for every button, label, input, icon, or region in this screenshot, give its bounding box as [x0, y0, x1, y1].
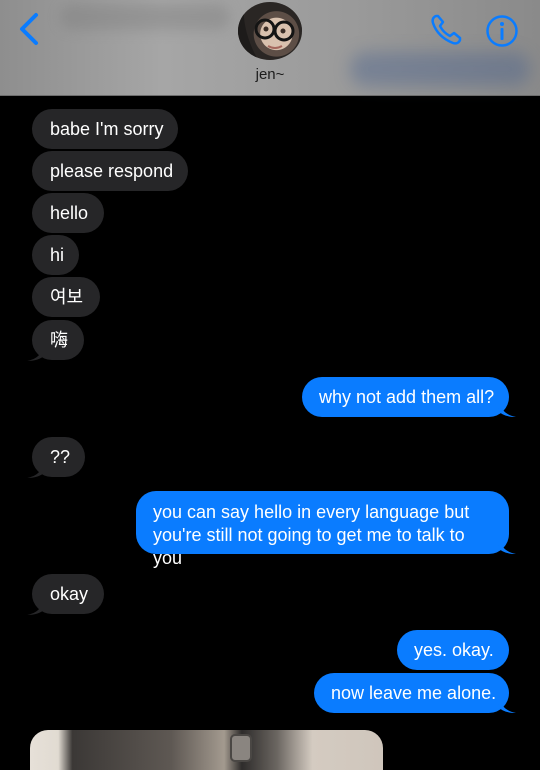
message-text: now leave me alone. — [331, 683, 497, 703]
bubble-tail — [498, 698, 516, 713]
contact-name[interactable]: jen~ — [0, 66, 540, 83]
conversation-header: jen~ — [0, 0, 540, 96]
message-text: hi — [50, 245, 65, 265]
message-bubble-received[interactable]: please respond — [32, 151, 188, 191]
message-bubble-received[interactable]: 여보 — [32, 277, 100, 317]
bubble-tail — [498, 402, 516, 417]
bubble-tail — [498, 539, 516, 554]
contact-avatar[interactable] — [238, 2, 302, 60]
message-text: why not add them all? — [319, 387, 495, 407]
info-icon — [486, 15, 518, 47]
message-bubble-sent[interactable]: now leave me alone. — [314, 673, 509, 713]
message-bubble-received[interactable]: babe I'm sorry — [32, 109, 178, 149]
info-button[interactable] — [485, 14, 519, 48]
message-bubble-sent[interactable]: yes. okay. — [397, 630, 509, 670]
message-text: yes. okay. — [414, 640, 494, 660]
call-button[interactable] — [428, 12, 464, 48]
chevron-left-icon — [20, 13, 38, 45]
phone-icon — [431, 14, 462, 45]
message-text: 여보 — [50, 287, 84, 307]
avatar-image — [238, 2, 302, 60]
message-bubble-received[interactable]: hello — [32, 193, 104, 233]
message-bubble-sent[interactable]: you can say hello in every language but … — [136, 491, 509, 568]
blurred-region — [60, 4, 230, 30]
message-bubble-received[interactable]: hi — [32, 235, 79, 275]
bubble-tail — [27, 463, 45, 478]
bubble-tail — [27, 600, 45, 615]
message-text: please respond — [50, 161, 174, 181]
message-text: ?? — [50, 447, 71, 467]
bubble-tail — [27, 346, 45, 361]
back-button[interactable] — [16, 12, 46, 46]
photo-attachment[interactable] — [30, 730, 383, 770]
message-bubble-sent[interactable]: why not add them all? — [302, 377, 509, 417]
message-text: okay — [50, 584, 89, 604]
message-text: babe I'm sorry — [50, 119, 164, 139]
message-text: 嗨 — [50, 330, 68, 350]
message-text: hello — [50, 203, 89, 223]
phone-in-photo — [230, 734, 252, 762]
message-text: you can say hello in every language but … — [153, 502, 470, 568]
